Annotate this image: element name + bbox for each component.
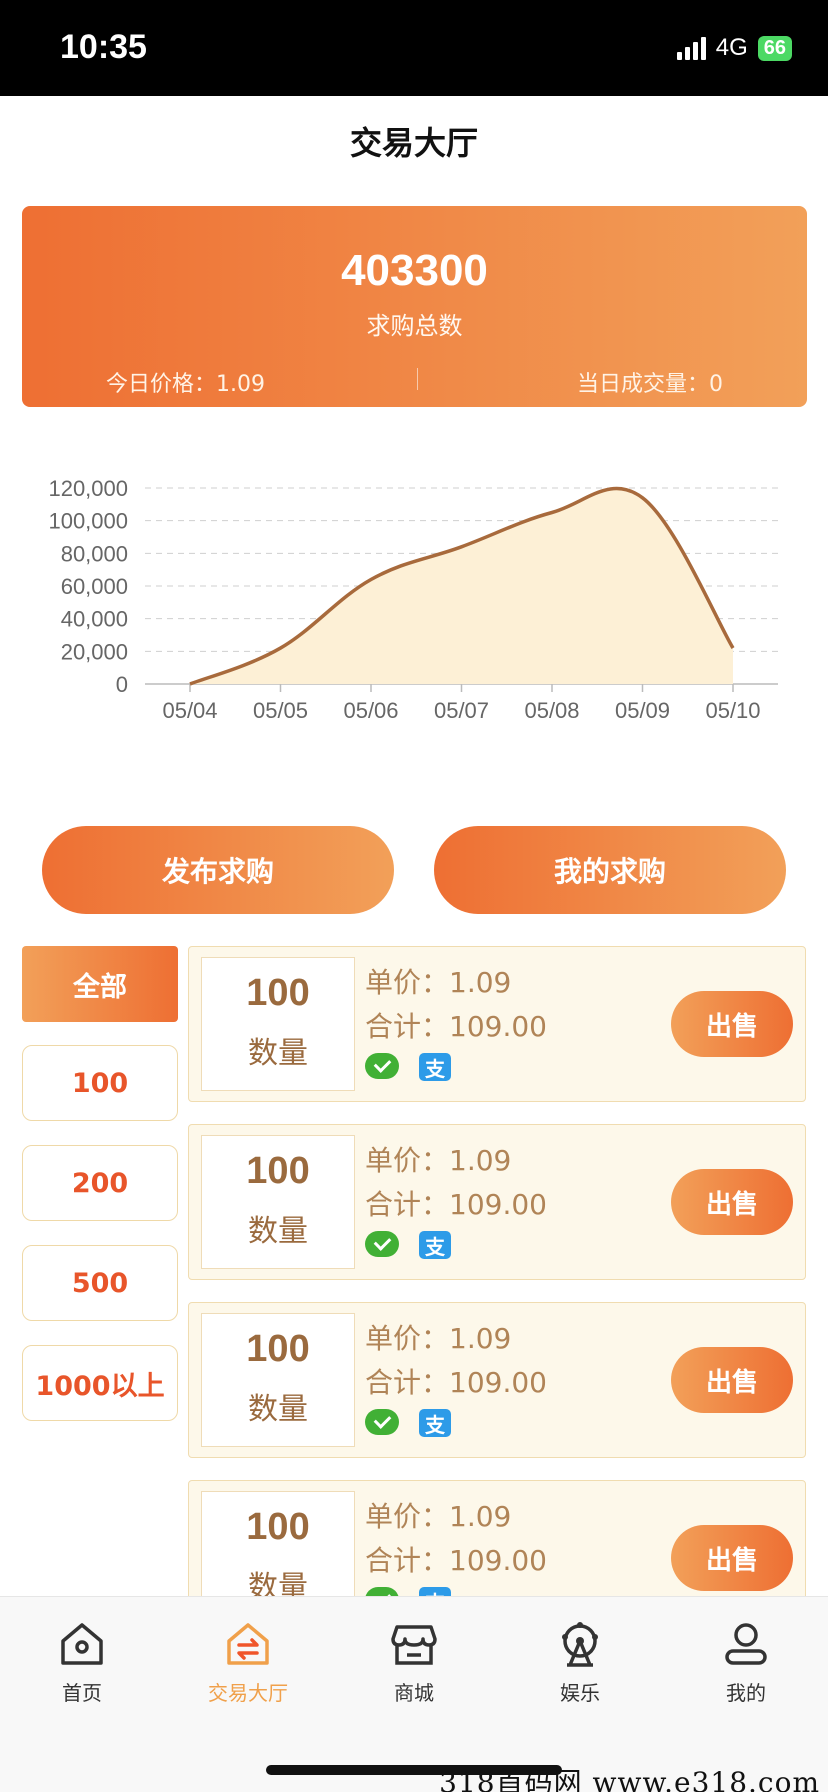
unit-price: 单价：1.09 (365, 966, 512, 999)
today-price: 今日价格：1.09 (106, 372, 265, 397)
quantity-label: 数量 (248, 1214, 308, 1249)
wechat-pay-icon (365, 1409, 399, 1435)
page-title: 交易大厅 (349, 124, 478, 162)
wechat-pay-icon (365, 1053, 399, 1079)
tab-label: 交易大厅 (208, 1681, 288, 1705)
alipay-icon: 支 (419, 1409, 451, 1437)
total-price: 合计：109.00 (365, 1366, 547, 1399)
x-tick-label: 05/04 (162, 698, 217, 723)
order-card: 100 数量 单价：1.09 合计：109.00 支 出售 (188, 946, 806, 1102)
quantity-value: 100 (246, 972, 310, 1014)
total-demand-label: 求购总数 (366, 312, 463, 340)
filter-all[interactable]: 全部 (22, 946, 178, 1022)
x-tick-label: 05/06 (343, 698, 398, 723)
publish-demand-button[interactable]: 发布求购 (42, 826, 394, 914)
quantity-value: 100 (246, 1150, 310, 1192)
x-tick-label: 05/07 (434, 698, 489, 723)
order-card: 100 数量 单价：1.09 合计：109.00 支 出售 (188, 1480, 806, 1596)
alipay-icon: 支 (419, 1231, 451, 1259)
store-icon (391, 1625, 437, 1665)
total-price: 合计：109.00 (365, 1010, 547, 1043)
tab-profile[interactable]: 我的 (686, 1619, 806, 1706)
user-icon (725, 1623, 767, 1665)
quantity-value: 100 (246, 1506, 310, 1548)
status-indicators: 4G 66 (676, 34, 792, 62)
home-icon (61, 1623, 103, 1665)
filter-1000-plus[interactable]: 1000以上 (22, 1345, 178, 1421)
volume-chart: 0 20,000 40,000 60,000 80,000 100,000 120,000 0… (0, 460, 828, 750)
unit-price: 单价：1.09 (365, 1500, 512, 1533)
chart-svg: 0 20,000 40,000 60,000 80,000 100,000 120,000 0… (48, 476, 778, 723)
exchange-icon (227, 1623, 269, 1665)
payment-methods: 支 (365, 1231, 451, 1259)
watermark: 318首码网 www.e318.com (439, 1766, 820, 1792)
my-demand-button[interactable]: 我的求购 (434, 826, 786, 914)
x-tick-label: 05/09 (615, 698, 670, 723)
total-demand-value: 403300 (341, 246, 488, 295)
status-time: 10:35 (60, 28, 147, 66)
network-type: 4G (715, 34, 748, 61)
order-card: 100 数量 单价：1.09 合计：109.00 支 出售 (188, 1302, 806, 1458)
x-tick-label: 05/08 (524, 698, 579, 723)
quantity-value: 100 (246, 1328, 310, 1370)
y-tick-label: 0 (116, 672, 128, 697)
tab-trading-hall[interactable]: 交易大厅 (188, 1619, 308, 1706)
order-card: 100 数量 单价：1.09 合计：109.00 支 出售 (188, 1124, 806, 1280)
payment-methods: 支 (365, 1587, 451, 1596)
alipay-icon: 支 (419, 1587, 451, 1596)
tab-bar: 首页 交易大厅 商城 娱乐 我的 318首码网 www.e318.com (0, 1596, 828, 1792)
sell-button[interactable]: 出售 (671, 1347, 793, 1413)
tab-entertainment[interactable]: 娱乐 (520, 1619, 640, 1706)
alipay-icon: 支 (419, 1053, 451, 1081)
sell-button[interactable]: 出售 (671, 1525, 793, 1591)
tab-label: 我的 (726, 1681, 766, 1705)
ferris-wheel-icon (562, 1622, 598, 1667)
total-price: 合计：109.00 (365, 1544, 547, 1577)
wechat-pay-icon (365, 1231, 399, 1257)
today-volume: 当日成交量：0 (577, 372, 723, 397)
wechat-pay-icon (365, 1587, 399, 1596)
y-tick-label: 100,000 (48, 509, 128, 534)
y-tick-label: 40,000 (61, 607, 128, 632)
quantity-label: 数量 (248, 1036, 308, 1071)
tab-home[interactable]: 首页 (22, 1619, 142, 1706)
y-tick-label: 60,000 (61, 574, 128, 599)
summary-divider (417, 368, 418, 390)
x-tick-label: 05/05 (253, 698, 308, 723)
status-bar: 10:35 4G 66 (0, 0, 828, 96)
tab-label: 娱乐 (560, 1681, 600, 1705)
filter-100[interactable]: 100 (22, 1045, 178, 1121)
signal-icon (676, 36, 706, 60)
filter-500[interactable]: 500 (22, 1245, 178, 1321)
quantity-box: 100 数量 (201, 1135, 355, 1269)
summary-card: 403300 求购总数 今日价格：1.09 当日成交量：0 (22, 206, 807, 407)
quantity-box: 100 数量 (201, 1491, 355, 1596)
y-tick-label: 120,000 (48, 476, 128, 501)
x-tick-label: 05/10 (705, 698, 760, 723)
tab-store[interactable]: 商城 (354, 1619, 474, 1706)
payment-methods: 支 (365, 1409, 451, 1437)
unit-price: 单价：1.09 (365, 1144, 512, 1177)
filter-200[interactable]: 200 (22, 1145, 178, 1221)
quantity-box: 100 数量 (201, 957, 355, 1091)
sell-button[interactable]: 出售 (671, 1169, 793, 1235)
order-list[interactable]: 100 数量 单价：1.09 合计：109.00 支 出售 100 数量 单价：… (186, 944, 808, 1596)
payment-methods: 支 (365, 1053, 451, 1081)
y-tick-label: 20,000 (61, 639, 128, 664)
battery-icon: 66 (757, 35, 792, 61)
quantity-label: 数量 (248, 1392, 308, 1427)
tab-label: 首页 (62, 1681, 102, 1705)
quantity-box: 100 数量 (201, 1313, 355, 1447)
unit-price: 单价：1.09 (365, 1322, 512, 1355)
y-tick-label: 80,000 (61, 541, 128, 566)
sell-button[interactable]: 出售 (671, 991, 793, 1057)
total-price: 合计：109.00 (365, 1188, 547, 1221)
quantity-label: 数量 (248, 1570, 308, 1596)
tab-label: 商城 (394, 1681, 434, 1705)
